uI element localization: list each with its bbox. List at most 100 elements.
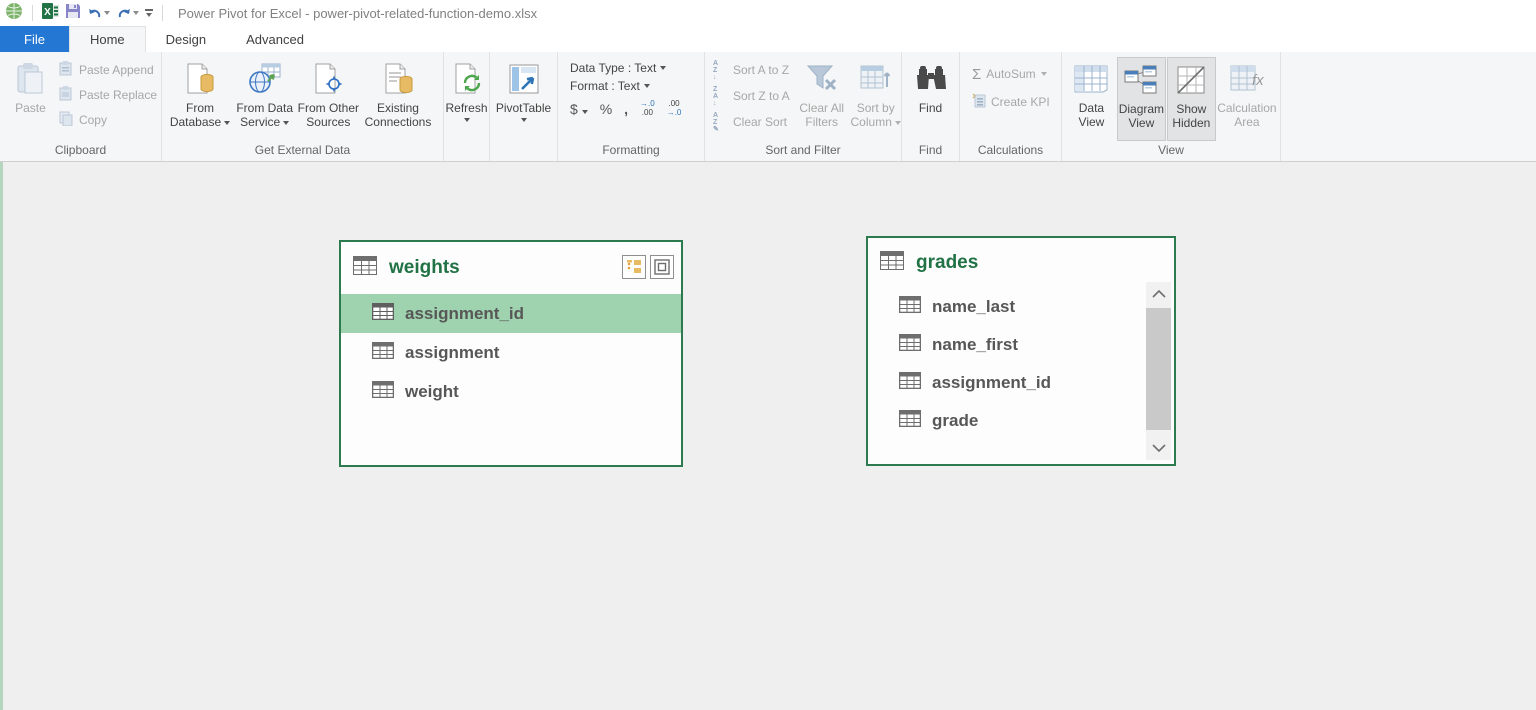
title-bar: X Power Pivot for Excel - power-pivot-re… [0, 0, 1536, 26]
field-name: assignment [405, 343, 499, 363]
titlebar-divider [32, 5, 33, 21]
group-get-external-data: From Database From Data Service From Oth… [162, 52, 444, 161]
redo-button[interactable] [116, 6, 139, 20]
sort-a-to-z-button[interactable]: AZ↓ Sort A to Z [713, 59, 790, 81]
create-kpi-button[interactable]: Create KPI [972, 91, 1050, 113]
show-hidden-icon [1177, 62, 1205, 98]
diagram-table-grades[interactable]: grades name_last name_first assignment_i… [866, 236, 1176, 466]
diagram-table-weights[interactable]: weights assignment_id assignment [339, 240, 683, 467]
from-other-sources-button[interactable]: From Other Sources [297, 57, 359, 141]
maximize-table-button[interactable] [650, 255, 674, 279]
data-view-button[interactable]: Data View [1067, 57, 1116, 141]
format-dropdown[interactable]: Format : Text [570, 79, 700, 93]
scrollbar-thumb[interactable] [1146, 308, 1171, 430]
table-header-weights[interactable]: weights [341, 242, 681, 294]
table-title: weights [389, 257, 460, 279]
calculation-area-button[interactable]: fx Calculation Area [1217, 57, 1277, 141]
diagram-canvas[interactable]: weights assignment_id assignment [0, 162, 1536, 710]
dropdown-caret-icon [644, 84, 650, 88]
other-sources-icon [313, 61, 343, 97]
clear-sort-button[interactable]: AZ✎ Clear Sort [713, 111, 790, 133]
customize-quick-access-toolbar-icon[interactable] [145, 9, 153, 17]
field-name: grade [932, 411, 978, 431]
create-hierarchy-button[interactable] [622, 255, 646, 279]
field-icon [899, 334, 921, 356]
dropdown-caret-icon [895, 121, 901, 125]
increase-decimal-button[interactable]: →.0 .00 [640, 100, 655, 118]
field-assignment[interactable]: assignment [341, 333, 681, 372]
dropdown-caret-icon [582, 110, 588, 114]
percent-format-button[interactable]: % [600, 101, 612, 117]
dropdown-caret-icon [464, 118, 470, 122]
field-name-first[interactable]: name_first [868, 326, 1174, 364]
group-label-calculations: Calculations [960, 141, 1061, 161]
filter-icon [806, 61, 838, 97]
sort-by-column-button[interactable]: Sort by Column [850, 57, 902, 141]
dropdown-caret-icon [283, 121, 289, 125]
table-title: grades [916, 252, 978, 274]
paste-button[interactable]: Paste [10, 57, 51, 141]
tab-design[interactable]: Design [146, 26, 226, 52]
group-label-sort-and-filter: Sort and Filter [705, 141, 901, 161]
undo-button[interactable] [87, 6, 110, 20]
tab-home[interactable]: Home [69, 26, 146, 52]
clear-sort-icon: AZ✎ [713, 115, 728, 130]
from-data-service-button[interactable]: From Data Service [234, 57, 296, 141]
field-name: assignment_id [405, 304, 524, 324]
field-assignment-id[interactable]: assignment_id [341, 294, 681, 333]
group-label-formatting: Formatting [558, 141, 704, 161]
field-icon [372, 303, 394, 325]
save-icon[interactable] [65, 3, 81, 24]
ribbon: Paste Paste Append Paste Replace Copy Cl… [0, 52, 1536, 162]
field-grade[interactable]: grade [868, 402, 1174, 440]
ribbon-tab-row: File Home Design Advanced [0, 26, 1536, 52]
sort-az-icon: AZ↓ [713, 63, 728, 78]
refresh-button[interactable]: Refresh [445, 57, 487, 141]
scroll-up-icon[interactable] [1146, 282, 1171, 306]
table-icon [353, 256, 377, 280]
group-refresh: Refresh [444, 52, 490, 161]
titlebar-divider [162, 5, 163, 21]
table-header-grades[interactable]: grades [868, 238, 1174, 288]
field-icon [372, 381, 394, 403]
redo-dropdown-caret-icon[interactable] [133, 11, 139, 15]
show-hidden-button[interactable]: Show Hidden [1167, 57, 1216, 141]
dropdown-caret-icon [224, 121, 230, 125]
group-label-get-external-data: Get External Data [162, 141, 443, 161]
kpi-icon [972, 93, 986, 111]
field-assignment-id[interactable]: assignment_id [868, 364, 1174, 402]
sort-by-column-icon [860, 61, 892, 97]
fx-icon: fx [1252, 72, 1264, 89]
group-find: Find Find [902, 52, 960, 161]
currency-format-button[interactable]: $ [570, 101, 588, 117]
group-label-clipboard: Clipboard [0, 141, 161, 161]
pivottable-button[interactable]: PivotTable [496, 57, 551, 141]
field-weight[interactable]: weight [341, 372, 681, 411]
pivottable-icon [509, 61, 539, 97]
sort-za-icon: ZA↓ [713, 89, 728, 104]
paste-append-button[interactable]: Paste Append [59, 59, 157, 81]
tab-advanced[interactable]: Advanced [226, 26, 324, 52]
excel-icon[interactable]: X [42, 3, 59, 24]
diagram-view-button[interactable]: Diagram View [1117, 57, 1166, 141]
existing-connections-button[interactable]: Existing Connections [361, 57, 435, 141]
field-icon [372, 342, 394, 364]
autosum-button[interactable]: Σ AutoSum [972, 63, 1050, 85]
sort-z-to-a-button[interactable]: ZA↓ Sort Z to A [713, 85, 790, 107]
tab-file[interactable]: File [0, 26, 69, 52]
undo-dropdown-caret-icon[interactable] [104, 11, 110, 15]
find-button[interactable]: Find [914, 57, 948, 141]
decrease-decimal-button[interactable]: .00 →.0 [667, 100, 682, 118]
from-database-button[interactable]: From Database [168, 57, 232, 141]
thousands-format-button[interactable]: , [624, 101, 628, 117]
grades-scrollbar[interactable] [1146, 282, 1171, 460]
data-type-dropdown[interactable]: Data Type : Text [570, 61, 700, 75]
field-name-last[interactable]: name_last [868, 288, 1174, 326]
svg-text:X: X [44, 7, 51, 18]
clear-all-filters-button[interactable]: Clear All Filters [794, 57, 850, 141]
scroll-down-icon[interactable] [1146, 436, 1171, 460]
dropdown-caret-icon [660, 66, 666, 70]
group-sort-and-filter: AZ↓ Sort A to Z ZA↓ Sort Z to A AZ✎ Clea… [705, 52, 902, 161]
paste-replace-button[interactable]: Paste Replace [59, 84, 157, 106]
copy-button[interactable]: Copy [59, 109, 157, 131]
